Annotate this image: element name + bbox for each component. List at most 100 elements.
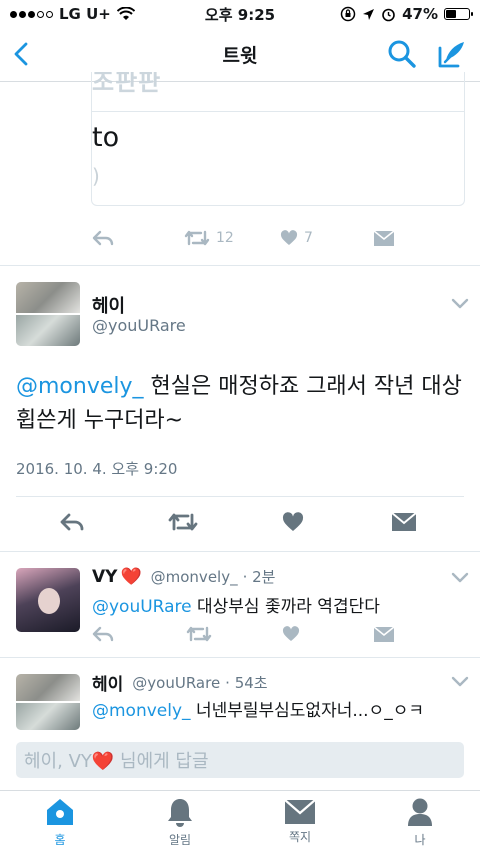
- reply-body: 너넨부릴부심도없자너...ㅇ_ㅇㅋ: [190, 701, 424, 721]
- location-icon: [363, 8, 375, 20]
- reply-action[interactable]: [92, 230, 184, 246]
- author-handle[interactable]: @monvely_: [151, 568, 238, 586]
- person-icon: [408, 798, 432, 826]
- reply-icon: [92, 230, 114, 246]
- dm-action[interactable]: [374, 230, 394, 246]
- heart-icon: [282, 626, 300, 641]
- retweet-icon: [186, 626, 212, 642]
- author-name[interactable]: 헤이: [92, 670, 123, 695]
- tab-notifications[interactable]: 알림: [120, 791, 240, 854]
- reply-time: · 54초: [225, 674, 268, 692]
- tweet-actions: [60, 512, 416, 532]
- reply-icon: [60, 513, 84, 531]
- signal-strength-icon: [10, 10, 53, 18]
- tweet-timestamp: 2016. 10. 4. 오후 9:20: [16, 460, 178, 478]
- clock: 오후 9:25: [204, 5, 276, 24]
- like-action[interactable]: [282, 626, 374, 642]
- page-title: 트윗: [222, 45, 258, 67]
- reply-author: VY ❤️ @monvely_ · 2분: [92, 566, 275, 587]
- reply-text: @youURare 대상부심 좇까라 역겹단다: [92, 592, 380, 617]
- divider: [16, 496, 464, 497]
- tab-home[interactable]: 홈: [0, 791, 120, 854]
- mention-link[interactable]: @youURare: [92, 597, 192, 617]
- reply-time: · 2분: [242, 568, 276, 586]
- chevron-down-icon[interactable]: [451, 572, 469, 584]
- reply-input[interactable]: 헤이, VY❤️ 님에게 답글: [16, 742, 464, 778]
- tab-messages[interactable]: 쪽지: [240, 791, 360, 854]
- focused-tweet: 헤이 @youURare @monvely_ 현실은 매정하죠 그래서 작년 대…: [0, 266, 480, 552]
- chevron-down-icon[interactable]: [451, 676, 469, 688]
- dm-action[interactable]: [374, 626, 394, 642]
- author-handle[interactable]: @youURare: [92, 316, 186, 335]
- search-icon: [388, 40, 416, 68]
- back-button[interactable]: [6, 39, 36, 69]
- reply-placeholder: 헤이, VY❤️ 님에게 답글: [24, 751, 209, 772]
- reply-composer: 헤이, VY❤️ 님에게 답글: [0, 732, 480, 788]
- link-card-fragment: ): [92, 164, 100, 188]
- mention-link[interactable]: @monvely_: [92, 701, 191, 721]
- reply-actions: [92, 626, 394, 642]
- bell-icon: [168, 799, 192, 827]
- tab-label: 쪽지: [288, 830, 312, 844]
- retweet-icon: [184, 230, 210, 246]
- tweet-text: @monvely_ 현실은 매정하죠 그래서 작년 대상휩쓴게 누구더라~: [16, 370, 466, 438]
- status-left: LG U+: [10, 5, 135, 23]
- heart-icon: [282, 512, 304, 531]
- link-card-title: to: [92, 122, 120, 153]
- reply-author: 헤이 @youURare · 54초: [92, 670, 268, 696]
- chevron-left-icon: [14, 42, 28, 66]
- tab-me[interactable]: 나: [360, 791, 480, 854]
- reply-body: 대상부심 좇까라 역겹단다: [191, 597, 380, 617]
- previous-tweet-actions: 12 7: [92, 230, 394, 246]
- avatar[interactable]: [16, 282, 80, 346]
- dm-action[interactable]: [392, 513, 416, 531]
- retweet-count: 12: [216, 230, 234, 246]
- retweet-action[interactable]: [186, 626, 282, 642]
- carrier-label: LG U+: [59, 5, 111, 23]
- home-icon: [47, 799, 73, 825]
- heart-emoji: ❤️: [120, 566, 142, 587]
- retweet-icon: [168, 513, 198, 531]
- envelope-icon: [392, 513, 416, 531]
- avatar[interactable]: [16, 674, 80, 730]
- author-name[interactable]: 헤이: [92, 292, 125, 318]
- envelope-icon: [285, 800, 315, 824]
- reply-tweet[interactable]: 헤이 @youURare · 54초 @monvely_ 너넨부릴부심도없자너.…: [0, 658, 480, 732]
- reply-icon: [92, 626, 114, 642]
- like-count: 7: [304, 230, 313, 246]
- reply-tweet[interactable]: VY ❤️ @monvely_ · 2분 @youURare 대상부심 좇까라 …: [0, 552, 480, 658]
- link-card[interactable]: 조판판 to ): [91, 72, 465, 206]
- chevron-down-icon[interactable]: [451, 298, 469, 310]
- avatar[interactable]: [16, 568, 80, 632]
- search-button[interactable]: [386, 38, 418, 70]
- retweet-action[interactable]: [168, 513, 282, 531]
- heart-icon: [280, 230, 298, 245]
- envelope-icon: [374, 626, 394, 642]
- tab-label: 홈: [54, 833, 66, 847]
- envelope-icon: [374, 230, 394, 246]
- link-card-top-text: 조판판: [92, 72, 162, 96]
- like-action[interactable]: 7: [280, 230, 374, 246]
- retweet-action[interactable]: 12: [184, 230, 280, 246]
- reply-action[interactable]: [60, 513, 168, 531]
- reply-text: @monvely_ 너넨부릴부심도없자너...ㅇ_ㅇㅋ: [92, 696, 424, 721]
- status-right: 47%: [340, 5, 473, 23]
- compose-icon: [438, 42, 464, 68]
- tab-label: 알림: [168, 833, 192, 847]
- wifi-icon: [116, 7, 135, 20]
- battery-icon: [444, 8, 473, 20]
- battery-percent: 47%: [402, 5, 438, 23]
- compose-button[interactable]: [436, 38, 468, 70]
- alarm-icon: [382, 8, 395, 21]
- tab-label: 나: [414, 833, 426, 847]
- link-card-image: 조판판: [92, 72, 464, 112]
- status-bar: LG U+ 오후 9:25 47%: [0, 0, 480, 28]
- author-handle[interactable]: @youURare: [132, 674, 220, 692]
- previous-tweet: 조판판 to ) 12 7: [0, 72, 480, 266]
- tab-bar: 홈 알림 쪽지 나: [0, 790, 480, 854]
- reply-action[interactable]: [92, 626, 186, 642]
- like-action[interactable]: [282, 512, 392, 532]
- author-name[interactable]: VY: [92, 567, 117, 587]
- mention-link[interactable]: @monvely_: [16, 374, 144, 399]
- orientation-lock-icon: [340, 6, 356, 22]
